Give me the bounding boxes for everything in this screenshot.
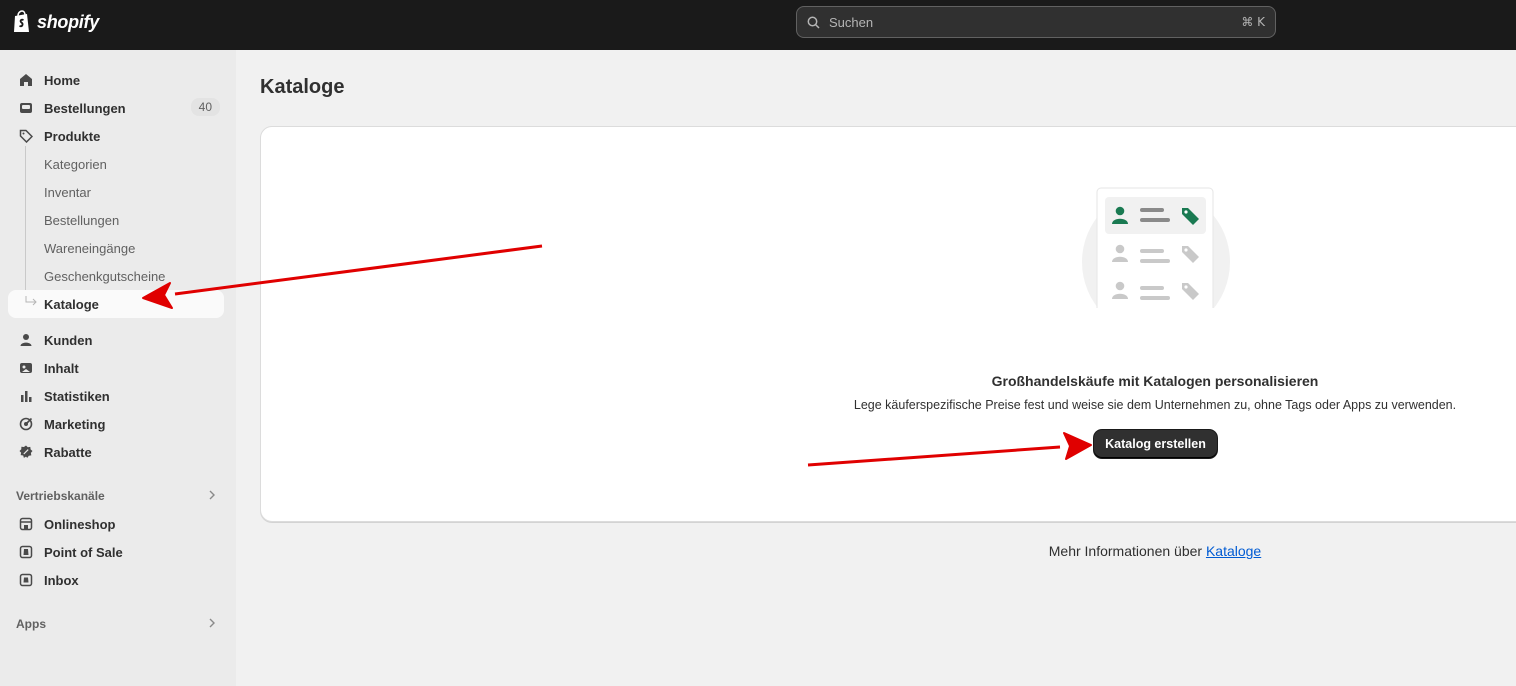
- sidebar-item-products[interactable]: Produkte: [8, 122, 224, 150]
- sidebar-item-inbox[interactable]: Inbox: [8, 566, 224, 594]
- sidebar-subitem-catalogs[interactable]: Kataloge: [8, 290, 224, 318]
- catalogs-help-link[interactable]: Kataloge: [1206, 543, 1261, 559]
- sidebar-item-label: Inbox: [44, 572, 79, 588]
- empty-state-description: Lege käuferspezifische Preise fest und w…: [853, 398, 1457, 412]
- storefront-icon: [18, 516, 34, 532]
- empty-state-title: Großhandelskäufe mit Katalogen personali…: [991, 373, 1319, 389]
- sidebar-item-label: Bestellungen: [44, 100, 126, 116]
- search-input[interactable]: [829, 14, 1242, 30]
- search-bar[interactable]: ⌘ K: [796, 6, 1276, 38]
- create-catalog-button[interactable]: Katalog erstellen: [1094, 430, 1217, 458]
- sidebar-subitem-label: Inventar: [44, 184, 91, 200]
- chevron-right-icon: [209, 490, 215, 500]
- home-icon: [18, 72, 34, 88]
- sidebar-subitem-gift-cards[interactable]: Geschenkgutscheine: [8, 262, 224, 290]
- sidebar-item-online-store[interactable]: Onlineshop: [8, 510, 224, 538]
- search-icon: [807, 15, 821, 29]
- sales-channels-header[interactable]: Vertriebskanäle: [8, 482, 224, 510]
- sidebar-subitem-transfers[interactable]: Wareneingänge: [8, 234, 224, 262]
- sidebar-item-discounts[interactable]: Rabatte: [8, 438, 224, 466]
- sidebar-subitem-purchase-orders[interactable]: Bestellungen: [8, 206, 224, 234]
- shopify-logo[interactable]: shopify: [12, 10, 99, 34]
- shopify-bag-icon: [14, 10, 29, 32]
- inbox-tray-icon: [18, 100, 34, 116]
- search-shortcut: ⌘ K: [1241, 15, 1265, 29]
- sidebar-subitem-label: Kategorien: [44, 156, 107, 172]
- bar-chart-icon: [18, 388, 34, 404]
- sidebar-item-label: Kunden: [44, 332, 93, 348]
- sidebar-subitem-label: Kataloge: [44, 296, 99, 312]
- top-bar: shopify ⌘ K: [0, 0, 1516, 50]
- inbox-app-icon: [18, 572, 34, 588]
- target-icon: [18, 416, 34, 432]
- pos-bag-icon: [18, 544, 34, 560]
- sidebar-item-label: Produkte: [44, 128, 101, 144]
- sidebar-item-label: Rabatte: [44, 444, 92, 460]
- section-header-label: Apps: [16, 617, 46, 631]
- sidebar-item-analytics[interactable]: Statistiken: [8, 382, 224, 410]
- sidebar-item-label: Marketing: [44, 416, 106, 432]
- sidebar-item-label: Inhalt: [44, 360, 79, 376]
- more-info-prefix: Mehr Informationen über: [1048, 543, 1206, 559]
- page-title: Kataloge: [260, 76, 345, 98]
- sidebar-item-orders[interactable]: Bestellungen 40: [8, 94, 224, 122]
- sidebar-item-point-of-sale[interactable]: Point of Sale: [8, 538, 224, 566]
- sidebar-item-content[interactable]: Inhalt: [8, 354, 224, 382]
- apps-header[interactable]: Apps: [8, 610, 224, 638]
- empty-state-card: [260, 126, 1516, 522]
- sidebar-item-home[interactable]: Home: [8, 66, 224, 94]
- tag-icon: [18, 128, 34, 144]
- sidebar-item-label: Statistiken: [44, 388, 110, 404]
- person-icon: [18, 332, 34, 348]
- logo-wordmark: shopify: [37, 11, 99, 32]
- sidebar-item-label: Home: [44, 72, 81, 88]
- sidebar-item-label: Onlineshop: [44, 516, 116, 532]
- sidebar-item-label: Point of Sale: [44, 544, 123, 560]
- sidebar-subitem-categories[interactable]: Kategorien: [8, 150, 224, 178]
- sidebar-item-customers[interactable]: Kunden: [8, 326, 224, 354]
- sidebar-item-marketing[interactable]: Marketing: [8, 410, 224, 438]
- more-info-text: Mehr Informationen über Kataloge: [900, 543, 1410, 559]
- sidebar-subitem-label: Bestellungen: [44, 212, 120, 228]
- sidebar-subitem-label: Wareneingänge: [44, 240, 136, 256]
- discount-badge-icon: [18, 444, 34, 460]
- orders-count-badge: 40: [190, 98, 220, 116]
- chevron-right-icon: [209, 618, 215, 628]
- sidebar-subitem-inventory[interactable]: Inventar: [8, 178, 224, 206]
- image-content-icon: [18, 360, 34, 376]
- sidebar: Home Bestellungen 40 Produkte Kategorien…: [0, 50, 236, 686]
- tree-corner-arrow-icon: [25, 296, 37, 306]
- catalog-illustration: [1082, 187, 1230, 308]
- sidebar-subitem-label: Geschenkgutscheine: [44, 268, 166, 284]
- section-header-label: Vertriebskanäle: [16, 489, 105, 503]
